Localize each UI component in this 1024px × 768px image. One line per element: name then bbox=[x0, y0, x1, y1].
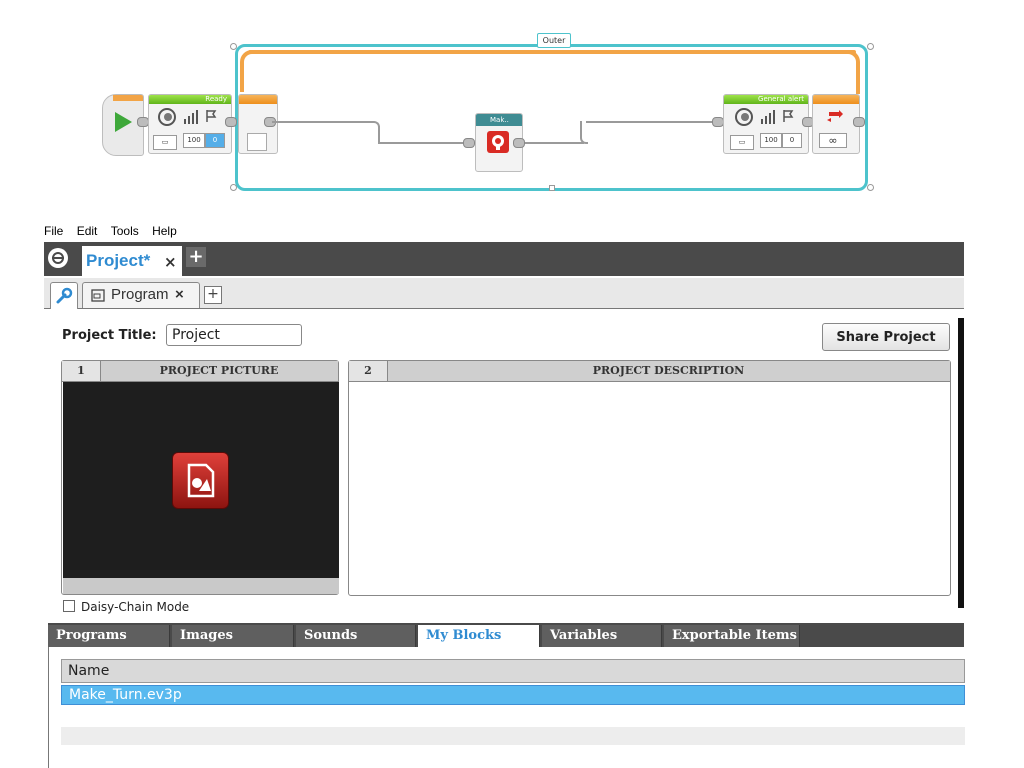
list-column-header-name[interactable]: Name bbox=[61, 659, 965, 683]
sequence-wire bbox=[272, 121, 374, 123]
panel-number: 2 bbox=[349, 361, 388, 381]
loop-start-gate bbox=[247, 133, 267, 151]
sound-file-name: General alert bbox=[758, 95, 804, 103]
panel-header: 1 PROJECT PICTURE bbox=[62, 361, 338, 382]
project-tab-label: Project* bbox=[86, 251, 151, 270]
daisy-chain-label: Daisy-Chain Mode bbox=[81, 600, 190, 614]
volume-bars-icon bbox=[761, 110, 775, 124]
share-project-button[interactable]: Share Project bbox=[822, 323, 950, 351]
loop-top-left-curve bbox=[240, 50, 252, 92]
tab-my-blocks[interactable]: My Blocks bbox=[418, 625, 540, 647]
tab-program[interactable]: Program × bbox=[82, 282, 200, 308]
sequence-wire bbox=[378, 142, 468, 144]
project-tab-strip: Project* × + bbox=[44, 242, 964, 276]
loop-top-right-curve bbox=[846, 50, 860, 94]
play-icon bbox=[115, 112, 132, 132]
menu-help[interactable]: Help bbox=[152, 222, 177, 241]
add-program-button[interactable]: + bbox=[204, 286, 222, 304]
loop-name-label[interactable]: Outer bbox=[537, 33, 571, 48]
folder-icon[interactable]: ▭ bbox=[153, 135, 177, 150]
daisy-chain-checkbox[interactable] bbox=[63, 600, 75, 612]
my-block-header: Mak.. bbox=[476, 114, 522, 126]
my-blocks-list: Name Make_Turn.ev3p bbox=[48, 647, 965, 768]
speaker-icon bbox=[158, 108, 176, 126]
loop-mode-selector[interactable]: ∞ bbox=[819, 133, 847, 148]
sequence-plug[interactable] bbox=[463, 138, 475, 148]
tab-variables[interactable]: Variables bbox=[542, 625, 662, 647]
panel-title: PROJECT DESCRIPTION bbox=[592, 364, 745, 377]
play-type-input[interactable]: 0 bbox=[205, 133, 225, 148]
tab-images[interactable]: Images bbox=[172, 625, 294, 647]
program-canvas[interactable]: Outer Ready ▭ 100 0 Mak.. General alert … bbox=[0, 0, 1024, 215]
volume-input[interactable]: 100 bbox=[183, 133, 205, 148]
loop-start-header bbox=[239, 95, 277, 104]
project-properties-tab[interactable] bbox=[50, 282, 78, 309]
tab-programs[interactable]: Programs bbox=[48, 625, 170, 647]
sound-file-name: Ready bbox=[205, 95, 227, 103]
sequence-wire-bend bbox=[372, 121, 380, 144]
sequence-wire bbox=[586, 121, 714, 123]
folder-icon[interactable]: ▭ bbox=[730, 135, 754, 150]
project-description-panel: 2 PROJECT DESCRIPTION bbox=[348, 360, 951, 596]
list-item[interactable]: Make_Turn.ev3p bbox=[61, 685, 965, 705]
resize-handle-bottom-right[interactable] bbox=[867, 184, 874, 191]
loop-top-bar bbox=[248, 50, 856, 54]
program-tab-close-icon[interactable]: × bbox=[175, 286, 184, 303]
project-description-textarea[interactable] bbox=[350, 382, 949, 594]
daisy-chain-option[interactable]: Daisy-Chain Mode bbox=[63, 600, 189, 614]
panel-number: 1 bbox=[62, 361, 101, 381]
lobby-home-icon[interactable] bbox=[48, 248, 68, 268]
program-icon bbox=[91, 289, 105, 302]
program-tab-label: Program bbox=[111, 286, 169, 303]
list-empty-row bbox=[61, 727, 965, 745]
resize-handle-top-right[interactable] bbox=[867, 43, 874, 50]
sequence-plug[interactable] bbox=[853, 117, 865, 127]
project-title-input[interactable]: Project bbox=[166, 324, 302, 346]
sequence-plug[interactable] bbox=[513, 138, 525, 148]
speaker-icon bbox=[735, 108, 753, 126]
vertical-scrollbar[interactable] bbox=[958, 318, 964, 608]
panel-header: 2 PROJECT DESCRIPTION bbox=[349, 361, 950, 382]
menu-bar: File Edit Tools Help bbox=[44, 222, 964, 241]
sound-block-ready[interactable]: Ready ▭ 100 0 bbox=[148, 94, 232, 154]
volume-input[interactable]: 100 bbox=[760, 133, 782, 148]
resize-handle-bottom-mid[interactable] bbox=[549, 185, 555, 191]
tab-exportable-items[interactable]: Exportable Items bbox=[664, 625, 800, 647]
program-tab-row: Program × + bbox=[44, 278, 964, 309]
play-type-input[interactable]: 0 bbox=[782, 133, 802, 148]
picture-status-strip bbox=[63, 578, 339, 594]
play-type-icon bbox=[783, 110, 794, 122]
panel-title: PROJECT PICTURE bbox=[159, 364, 279, 377]
tab-project[interactable]: Project* × bbox=[82, 246, 182, 276]
sound-block-header: General alert bbox=[724, 95, 808, 104]
sequence-plug[interactable] bbox=[225, 117, 237, 127]
sequence-wire bbox=[522, 142, 584, 144]
menu-file[interactable]: File bbox=[44, 222, 63, 241]
menu-edit[interactable]: Edit bbox=[77, 222, 98, 241]
tab-sounds[interactable]: Sounds bbox=[296, 625, 416, 647]
add-project-button[interactable]: + bbox=[186, 247, 206, 267]
menu-tools[interactable]: Tools bbox=[111, 222, 139, 241]
project-picture-icon[interactable] bbox=[172, 452, 229, 509]
project-tab-close-icon[interactable]: × bbox=[164, 253, 177, 271]
my-block-icon bbox=[487, 131, 509, 153]
loop-end-header bbox=[813, 95, 859, 104]
start-block-top bbox=[113, 95, 143, 101]
wrench-icon bbox=[56, 287, 73, 304]
sound-block-header: Ready bbox=[149, 95, 231, 104]
sound-block-general-alert[interactable]: General alert ▭ 100 0 bbox=[723, 94, 809, 154]
my-block-label: Mak.. bbox=[490, 116, 509, 124]
loop-repeat-icon bbox=[827, 110, 843, 122]
project-title-label: Project Title: bbox=[62, 328, 157, 343]
resize-handle-top-left[interactable] bbox=[230, 43, 237, 50]
content-tabs: Programs Images Sounds My Blocks Variabl… bbox=[48, 623, 964, 647]
play-type-icon bbox=[206, 110, 217, 122]
volume-bars-icon bbox=[184, 110, 198, 124]
resize-handle-bottom-left[interactable] bbox=[230, 184, 237, 191]
sequence-wire-bend bbox=[580, 121, 588, 144]
